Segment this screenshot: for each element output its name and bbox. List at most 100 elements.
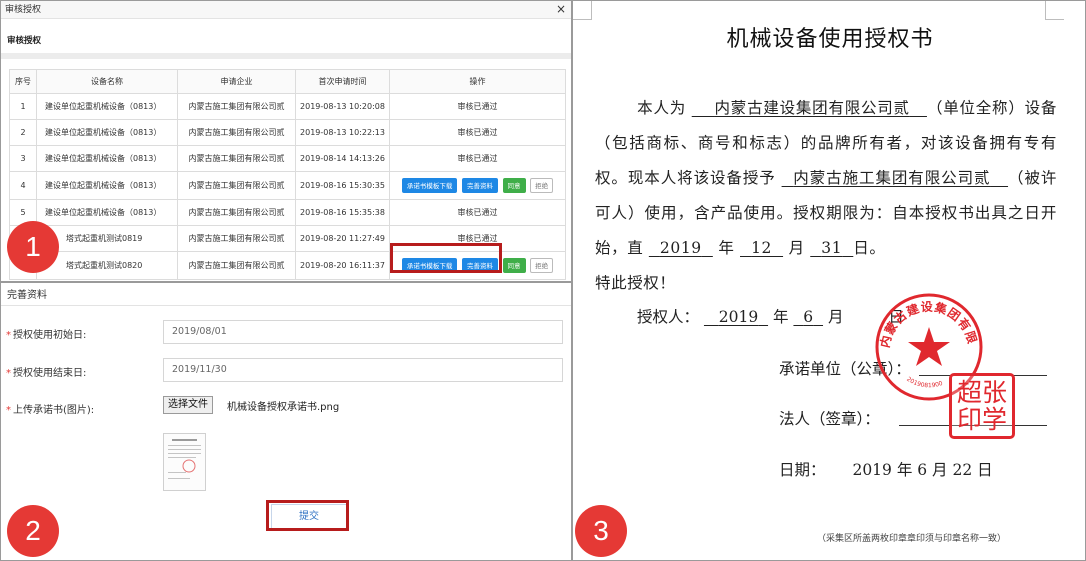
cell-time: 2019-08-13 10:22:13: [295, 119, 390, 146]
close-icon[interactable]: ×: [555, 1, 567, 19]
cell-status: 审核已通过: [389, 199, 566, 226]
dialog-title: 审核授权: [1, 1, 571, 19]
table-row: 4 建设单位起重机械设备（0813） 内蒙古施工集团有限公司贰 2019-08-…: [9, 171, 566, 200]
grantor-label: 授权人：: [637, 308, 700, 326]
step-badge-1: 1: [7, 221, 59, 273]
cell-company: 内蒙古施工集团有限公司贰: [177, 199, 296, 226]
cell-device: 建设单位起重机械设备（0813）: [36, 93, 178, 120]
audit-dialog: 审核授权 × 审核授权 序号 设备名称 申请企业 首次申请时间 操作 1 建设单…: [0, 0, 572, 282]
body-text: 本人为: [637, 99, 687, 117]
cell-no: 1: [9, 93, 37, 120]
required-mark: *: [6, 330, 11, 341]
step-badge-2: 2: [7, 505, 59, 557]
signature-line-1: 超张: [956, 378, 1007, 407]
template-download-button[interactable]: 承诺书模板下载: [401, 178, 458, 193]
cell-status: 审核已通过: [389, 145, 566, 172]
col-header-company: 申请企业: [177, 69, 296, 94]
end-day: 31: [821, 239, 843, 257]
end-year: 2019: [659, 239, 702, 257]
cell-device: 建设单位起重机械设备（0813）: [36, 199, 178, 226]
approve-button[interactable]: 同意: [502, 258, 526, 273]
cell-actions: 承诺书模板下载 完善资料 同意 拒绝: [389, 171, 566, 200]
date-line: 日期： 2019 年 6 月 22 日: [779, 458, 993, 480]
start-date-label-text: 授权使用初始日:: [13, 330, 87, 341]
col-header-action: 操作: [389, 69, 566, 94]
svg-text:2019081900: 2019081900: [905, 376, 944, 390]
end-date-label-text: 授权使用结束日:: [13, 368, 87, 379]
seal-number: 2019081900: [905, 376, 944, 390]
form-header: 完善资料: [7, 290, 47, 301]
cell-company: 内蒙古施工集团有限公司贰: [177, 93, 296, 120]
upload-label: * 上传承诺书(图片):: [6, 401, 94, 416]
complete-info-form: 完善资料 * 授权使用初始日: 2019/08/01 * 授权使用结束日: 2019…: [0, 282, 572, 561]
cell-device: 建设单位起重机械设备（0813）: [36, 145, 178, 172]
end-date-input[interactable]: 2019/11/30: [163, 358, 563, 382]
cell-time: 2019-08-16 15:35:38: [295, 199, 390, 226]
owner-company: 内蒙古建设集团有限公司贰: [714, 99, 910, 117]
table-header-row: 序号 设备名称 申请企业 首次申请时间 操作: [9, 69, 566, 94]
date-label: 日期：: [779, 461, 826, 479]
table-row: 2 建设单位起重机械设备（0813） 内蒙古施工集团有限公司贰 2019-08-…: [9, 119, 566, 146]
cell-company: 内蒙古施工集团有限公司贰: [177, 145, 296, 172]
end-month: 12: [751, 239, 772, 257]
grantor-line: 授权人： 2019 年 6 月 日: [637, 308, 904, 326]
required-mark: *: [6, 368, 11, 379]
cell-device: 建设单位起重机械设备（0813）: [36, 171, 178, 200]
signature-stamp: 超张 印学: [949, 373, 1015, 439]
reject-button[interactable]: 拒绝: [530, 178, 554, 193]
cell-device: 建设单位起重机械设备（0813）: [36, 119, 178, 146]
choose-file-button[interactable]: 选择文件: [163, 396, 213, 414]
cell-no: 3: [9, 145, 37, 172]
complete-info-button[interactable]: 完善资料: [461, 178, 498, 193]
cell-device: 塔式起重机测试0820: [36, 251, 178, 280]
year-char: 年: [718, 239, 735, 257]
cell-time: 2019-08-20 11:27:49: [295, 225, 390, 252]
step-badge-3: 3: [575, 505, 627, 557]
letter-title: 机械设备使用授权书: [726, 27, 934, 52]
cell-company: 内蒙古施工集团有限公司贰: [177, 251, 296, 280]
letter-body: 本人为 内蒙古建设集团有限公司贰 （单位全称）设备（包括商标、商号和标志）的品牌…: [595, 91, 1057, 301]
highlight-box: [390, 243, 502, 273]
month-char: 月: [788, 239, 805, 257]
footnote: （采集区所盖两枚印章章印须与印章名称一致）: [817, 534, 1007, 544]
closing-text: 特此授权！: [595, 274, 676, 292]
grant-year: 2019: [718, 308, 759, 326]
section-divider: [1, 53, 571, 59]
cell-time: 2019-08-20 16:11:37: [295, 251, 390, 280]
day-char: 日。: [853, 239, 886, 257]
file-name: 机械设备授权承诺书.png: [227, 402, 340, 413]
seal-star-icon: [908, 327, 950, 366]
table-row: 1 建设单位起重机械设备（0813） 内蒙古施工集团有限公司贰 2019-08-…: [9, 93, 566, 120]
cell-company: 内蒙古施工集团有限公司贰: [177, 225, 296, 252]
cell-no: 4: [9, 171, 37, 200]
required-mark: *: [6, 405, 11, 416]
col-header-time: 首次申请时间: [295, 69, 390, 94]
uploaded-image-thumbnail[interactable]: [163, 433, 206, 491]
grant-month: 6: [803, 308, 814, 326]
cell-company: 内蒙古施工集团有限公司贰: [177, 171, 296, 200]
legal-signature-label: 法人（签章）：: [779, 410, 880, 428]
start-date-label: * 授权使用初始日:: [6, 326, 86, 341]
reject-button[interactable]: 拒绝: [530, 258, 554, 273]
cell-company: 内蒙古施工集团有限公司贰: [177, 119, 296, 146]
col-header-no: 序号: [9, 69, 37, 94]
cell-time: 2019-08-13 10:20:08: [295, 93, 390, 120]
end-date-label: * 授权使用结束日:: [6, 364, 86, 379]
upload-label-text: 上传承诺书(图片):: [13, 405, 95, 416]
cell-status: 审核已通过: [389, 93, 566, 120]
document-preview-icon: [164, 434, 205, 490]
cell-time: 2019-08-16 15:30:35: [295, 171, 390, 200]
table-row: 5 建设单位起重机械设备（0813） 内蒙古施工集团有限公司贰 2019-08-…: [9, 199, 566, 226]
cell-no: 2: [9, 119, 37, 146]
start-date-input[interactable]: 2019/08/01: [163, 320, 563, 344]
approve-button[interactable]: 同意: [502, 178, 526, 193]
crop-mark: [573, 1, 592, 20]
signature-line-2: 印学: [956, 405, 1007, 434]
date-value: 2019 年 6 月 22 日: [852, 461, 993, 479]
authorization-letter: 机械设备使用授权书 本人为 内蒙古建设集团有限公司贰 （单位全称）设备（包括商标…: [572, 0, 1086, 561]
table-row: 3 建设单位起重机械设备（0813） 内蒙古施工集团有限公司贰 2019-08-…: [9, 145, 566, 172]
col-header-device: 设备名称: [36, 69, 178, 94]
form-header-divider: [1, 305, 571, 306]
licensee-company: 内蒙古施工集团有限公司贰: [793, 169, 991, 187]
highlight-box: [266, 500, 349, 531]
